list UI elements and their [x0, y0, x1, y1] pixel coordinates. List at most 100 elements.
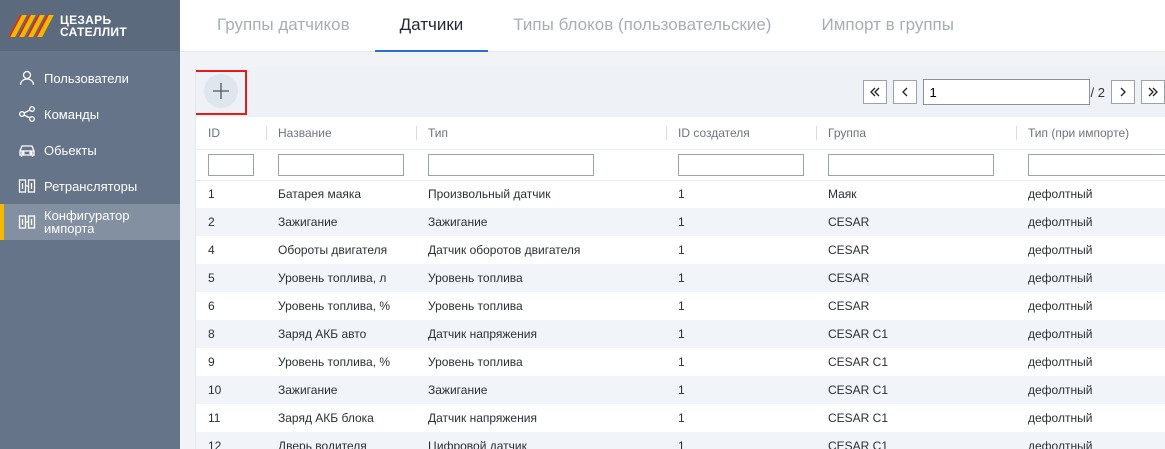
- table-header: ID Название Тип ID создателя Группа Тип …: [196, 117, 1165, 150]
- table-row[interactable]: 10 Зажигание Зажигание 1 CESAR C1 дефолтный: [196, 376, 1165, 404]
- sidebar-item-users[interactable]: Пользователи: [0, 60, 180, 96]
- column-header[interactable]: ID создателя: [666, 117, 816, 150]
- table-cell: дефолтный: [1016, 376, 1165, 404]
- brand-line2: САТЕЛЛИТ: [60, 24, 127, 39]
- next-page-button[interactable]: [1111, 80, 1135, 104]
- table-cell: дефолтный: [1016, 348, 1165, 376]
- table-cell: CESAR: [816, 208, 1016, 236]
- page-number-input[interactable]: [922, 79, 1090, 105]
- table-cell: Уровень топлива: [416, 292, 666, 320]
- table-cell: 1: [666, 404, 816, 432]
- table-cell: Маяк: [816, 180, 1016, 208]
- relay-icon: [18, 177, 36, 195]
- table-cell: CESAR C1: [816, 404, 1016, 432]
- first-page-button[interactable]: [862, 80, 887, 104]
- add-button[interactable]: [204, 74, 238, 108]
- table-cell: Уровень топлива, л: [266, 264, 416, 292]
- table-cell: Зажигание: [416, 376, 666, 404]
- table-cell: CESAR C1: [816, 348, 1016, 376]
- last-page-button[interactable]: [1141, 80, 1165, 104]
- table-cell: 1: [666, 264, 816, 292]
- table-cell: дефолтный: [1016, 236, 1165, 264]
- sidebar-item-commands[interactable]: Команды: [0, 96, 180, 132]
- table-cell: Цифровой датчик: [416, 432, 666, 449]
- table-cell: дефолтный: [1016, 432, 1165, 449]
- table-cell: 12: [196, 432, 266, 449]
- table-cell: дефолтный: [1016, 320, 1165, 348]
- logo-stripes-icon: [8, 14, 54, 37]
- tab-sensor-groups[interactable]: Группы датчиков: [192, 0, 375, 51]
- sidebar: ЦЕЗАРЬ САТЕЛЛИТ Пользователи Команды Обь…: [0, 0, 180, 449]
- table-row[interactable]: 8 Заряд АКБ авто Датчик напряжения 1 CESAR C…: [196, 320, 1165, 348]
- tab-import-groups[interactable]: Импорт в группы: [796, 0, 979, 51]
- table-cell: CESAR C1: [816, 376, 1016, 404]
- column-header[interactable]: ID: [196, 117, 266, 150]
- prev-page-button[interactable]: [892, 80, 917, 104]
- pagination: / 2: [862, 79, 1165, 105]
- table-cell: Произвольный датчик: [416, 180, 666, 208]
- table-cell: CESAR: [816, 236, 1016, 264]
- table-cell: 1: [666, 236, 816, 264]
- table-cell: Уровень топлива: [416, 348, 666, 376]
- table-cell: дефолтный: [1016, 292, 1165, 320]
- sidebar-item-import-configurator[interactable]: Конфигуратор импорта: [0, 204, 180, 240]
- table-row[interactable]: 12 Дверь водителя Цифровой датчик 1 CESAR C1…: [196, 432, 1165, 449]
- share-icon: [18, 105, 36, 123]
- table-cell: CESAR: [816, 264, 1016, 292]
- filter-id-input[interactable]: [208, 153, 254, 176]
- filter-name-input[interactable]: [278, 153, 404, 176]
- table-cell: Батарея маяка: [266, 180, 416, 208]
- table-cell: Заряд АКБ авто: [266, 320, 416, 348]
- table-row[interactable]: 6 Уровень топлива, % Уровень топлива 1 CESAR…: [196, 292, 1165, 320]
- table-cell: CESAR C1: [816, 432, 1016, 449]
- column-header[interactable]: Тип: [416, 117, 666, 150]
- filter-type-input[interactable]: [428, 153, 594, 176]
- table-cell: Уровень топлива, %: [266, 348, 416, 376]
- table-row[interactable]: 2 Зажигание Зажигание 1 CESAR дефолтный: [196, 208, 1165, 236]
- table-row[interactable]: 1 Батарея маяка Произвольный датчик 1 Маяк де…: [196, 180, 1165, 208]
- table-cell: Зажигание: [266, 208, 416, 236]
- sidebar-item-objects[interactable]: Обьекты: [0, 132, 180, 168]
- table-cell: 10: [196, 376, 266, 404]
- table-cell: Уровень топлива: [416, 264, 666, 292]
- sensors-table: ID Название Тип ID создателя Группа Тип …: [196, 117, 1165, 449]
- table-row[interactable]: 5 Уровень топлива, л Уровень топлива 1 CESAR…: [196, 264, 1165, 292]
- filter-creator-input[interactable]: [678, 153, 804, 176]
- sidebar-item-label: Конфигуратор импорта: [44, 208, 130, 236]
- sidebar-item-label: Ретрансляторы: [44, 178, 138, 194]
- table-row[interactable]: 11 Заряд АКБ блока Датчик напряжения 1 CESAR…: [196, 404, 1165, 432]
- filter-group-input[interactable]: [828, 153, 994, 176]
- table-cell: 1: [666, 376, 816, 404]
- column-header[interactable]: Группа: [816, 117, 1016, 150]
- table-cell: Датчик напряжения: [416, 320, 666, 348]
- table-row[interactable]: 9 Уровень топлива, % Уровень топлива 1 CESAR…: [196, 348, 1165, 376]
- table-cell: 2: [196, 208, 266, 236]
- filter-import-type-input[interactable]: [1028, 153, 1165, 176]
- column-header[interactable]: Название: [266, 117, 416, 150]
- column-header[interactable]: Тип (при импорте): [1016, 117, 1165, 150]
- table-cell: Обороты двигателя: [266, 236, 416, 264]
- table-cell: 1: [196, 180, 266, 208]
- sidebar-item-relays[interactable]: Ретрансляторы: [0, 168, 180, 204]
- table-cell: 1: [666, 292, 816, 320]
- table-toolbar: / 2: [196, 67, 1165, 117]
- table-cell: 11: [196, 404, 266, 432]
- brand-line1: ЦЕЗАРЬ: [60, 12, 112, 27]
- table-row[interactable]: 4 Обороты двигателя Датчик оборотов двигат…: [196, 236, 1165, 264]
- sidebar-item-label: Команды: [44, 106, 100, 122]
- table-cell: 4: [196, 236, 266, 264]
- tab-block-types[interactable]: Типы блоков (пользовательские): [488, 0, 796, 51]
- sidebar-item-label: Обьекты: [44, 142, 97, 158]
- table-cell: дефолтный: [1016, 180, 1165, 208]
- table-cell: 9: [196, 348, 266, 376]
- table-body: 1 Батарея маяка Произвольный датчик 1 Маяк де…: [196, 180, 1165, 449]
- sidebar-nav: Пользователи Команды Обьекты Ретранслято…: [0, 60, 180, 240]
- car-icon: [18, 141, 36, 159]
- double-chevron-left-icon: [869, 87, 879, 97]
- tab-sensors[interactable]: Датчики: [374, 0, 489, 52]
- table-cell: Датчик оборотов двигателя: [416, 236, 666, 264]
- table-cell: Датчик напряжения: [416, 404, 666, 432]
- brand-logo[interactable]: ЦЕЗАРЬ САТЕЛЛИТ: [0, 0, 180, 51]
- table-cell: 1: [666, 432, 816, 449]
- chevron-right-icon: [1120, 87, 1126, 97]
